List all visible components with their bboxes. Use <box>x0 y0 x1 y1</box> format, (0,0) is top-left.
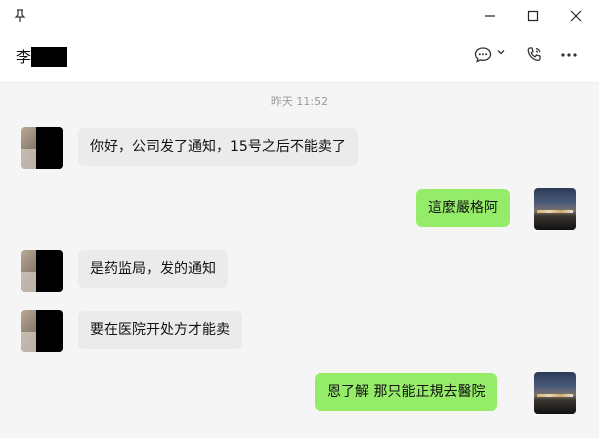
chat-window: 李 昨天 11:52 你好，公司发了通知，15号之后不能卖了 這麼嚴格阿 是药监… <box>0 0 599 438</box>
phone-icon[interactable] <box>524 45 544 65</box>
message-timestamp: 昨天 11:52 <box>270 95 329 108</box>
avatar-photo <box>21 332 36 352</box>
message-bubble-incoming[interactable]: 你好，公司发了通知，15号之后不能卖了 <box>78 128 358 166</box>
message-bubble-outgoing[interactable]: 這麼嚴格阿 <box>416 189 510 227</box>
avatar-photo <box>537 394 573 397</box>
message-bubble-outgoing[interactable]: 恩了解 那只能正規去醫院 <box>315 373 498 411</box>
avatar-photo <box>21 149 36 169</box>
avatar-redaction <box>36 250 63 292</box>
contact-avatar[interactable] <box>21 310 63 352</box>
maximize-icon[interactable] <box>521 5 545 27</box>
name-redaction <box>31 46 68 67</box>
avatar-redaction <box>36 127 63 169</box>
contact-avatar[interactable] <box>21 127 63 169</box>
chevron-down-icon[interactable] <box>496 47 506 57</box>
message-bubble-incoming[interactable]: 要在医院开处方才能卖 <box>78 311 242 349</box>
message-bubble-incoming[interactable]: 是药监局，发的通知 <box>78 250 228 288</box>
close-icon[interactable] <box>564 5 588 27</box>
contact-name-text: 李 <box>16 48 32 66</box>
chat-bubble-icon[interactable] <box>473 45 493 65</box>
more-icon[interactable] <box>559 45 579 65</box>
avatar-photo <box>537 210 573 213</box>
avatar-photo <box>21 272 36 292</box>
contact-name: 李 <box>16 46 68 67</box>
avatar-redaction <box>36 310 63 352</box>
user-avatar[interactable] <box>534 372 576 414</box>
minimize-icon[interactable] <box>478 5 502 27</box>
window-titlebar <box>0 0 599 33</box>
pin-icon[interactable] <box>12 8 28 24</box>
chat-header: 李 <box>0 33 599 83</box>
message-list[interactable]: 昨天 11:52 你好，公司发了通知，15号之后不能卖了 這麼嚴格阿 是药监局，… <box>0 83 599 438</box>
user-avatar[interactable] <box>534 188 576 230</box>
contact-avatar[interactable] <box>21 250 63 292</box>
